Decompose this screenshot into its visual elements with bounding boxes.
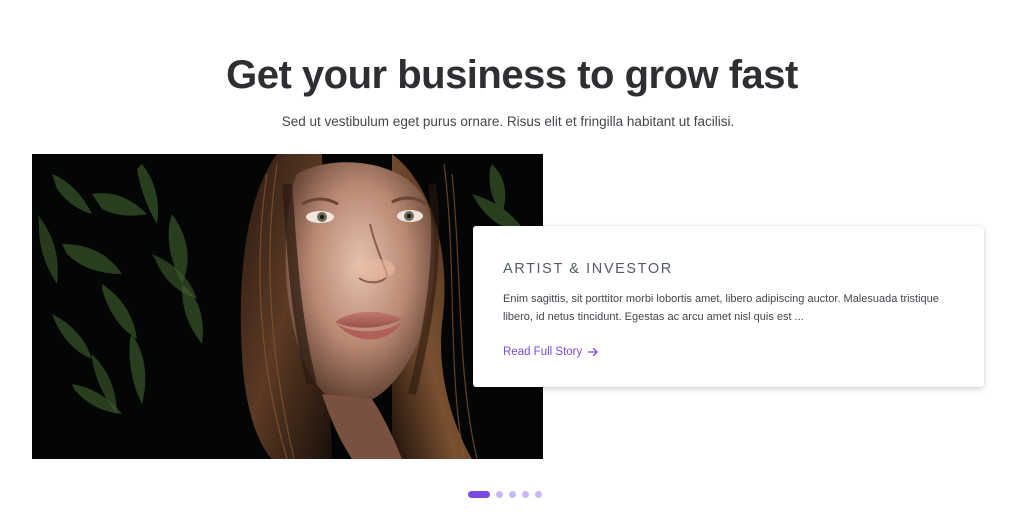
story-card: ARTIST & INVESTOR Enim sagittis, sit por… — [473, 226, 984, 387]
card-title: ARTIST & INVESTOR — [503, 261, 673, 277]
carousel-dot-4[interactable] — [522, 491, 529, 498]
page-subheadline: Sed ut vestibulum eget purus ornare. Ris… — [281, 113, 735, 129]
carousel-dot-1[interactable] — [468, 491, 490, 498]
testimonial-section: Get your business to grow fast Sed ut ve… — [0, 0, 1024, 525]
carousel-dot-3[interactable] — [509, 491, 516, 498]
card-body: Enim sagittis, sit porttitor morbi lobor… — [503, 293, 939, 323]
carousel-dot-2[interactable] — [496, 491, 503, 498]
portrait-photo — [32, 154, 543, 459]
page-headline: Get your business to grow fast — [226, 52, 798, 97]
read-full-story-link[interactable]: Read Full Story — [503, 346, 599, 358]
carousel-pagination — [468, 491, 542, 498]
read-full-story-label: Read Full Story — [503, 346, 583, 358]
arrow-right-icon — [588, 347, 598, 357]
carousel-dot-5[interactable] — [535, 491, 542, 498]
